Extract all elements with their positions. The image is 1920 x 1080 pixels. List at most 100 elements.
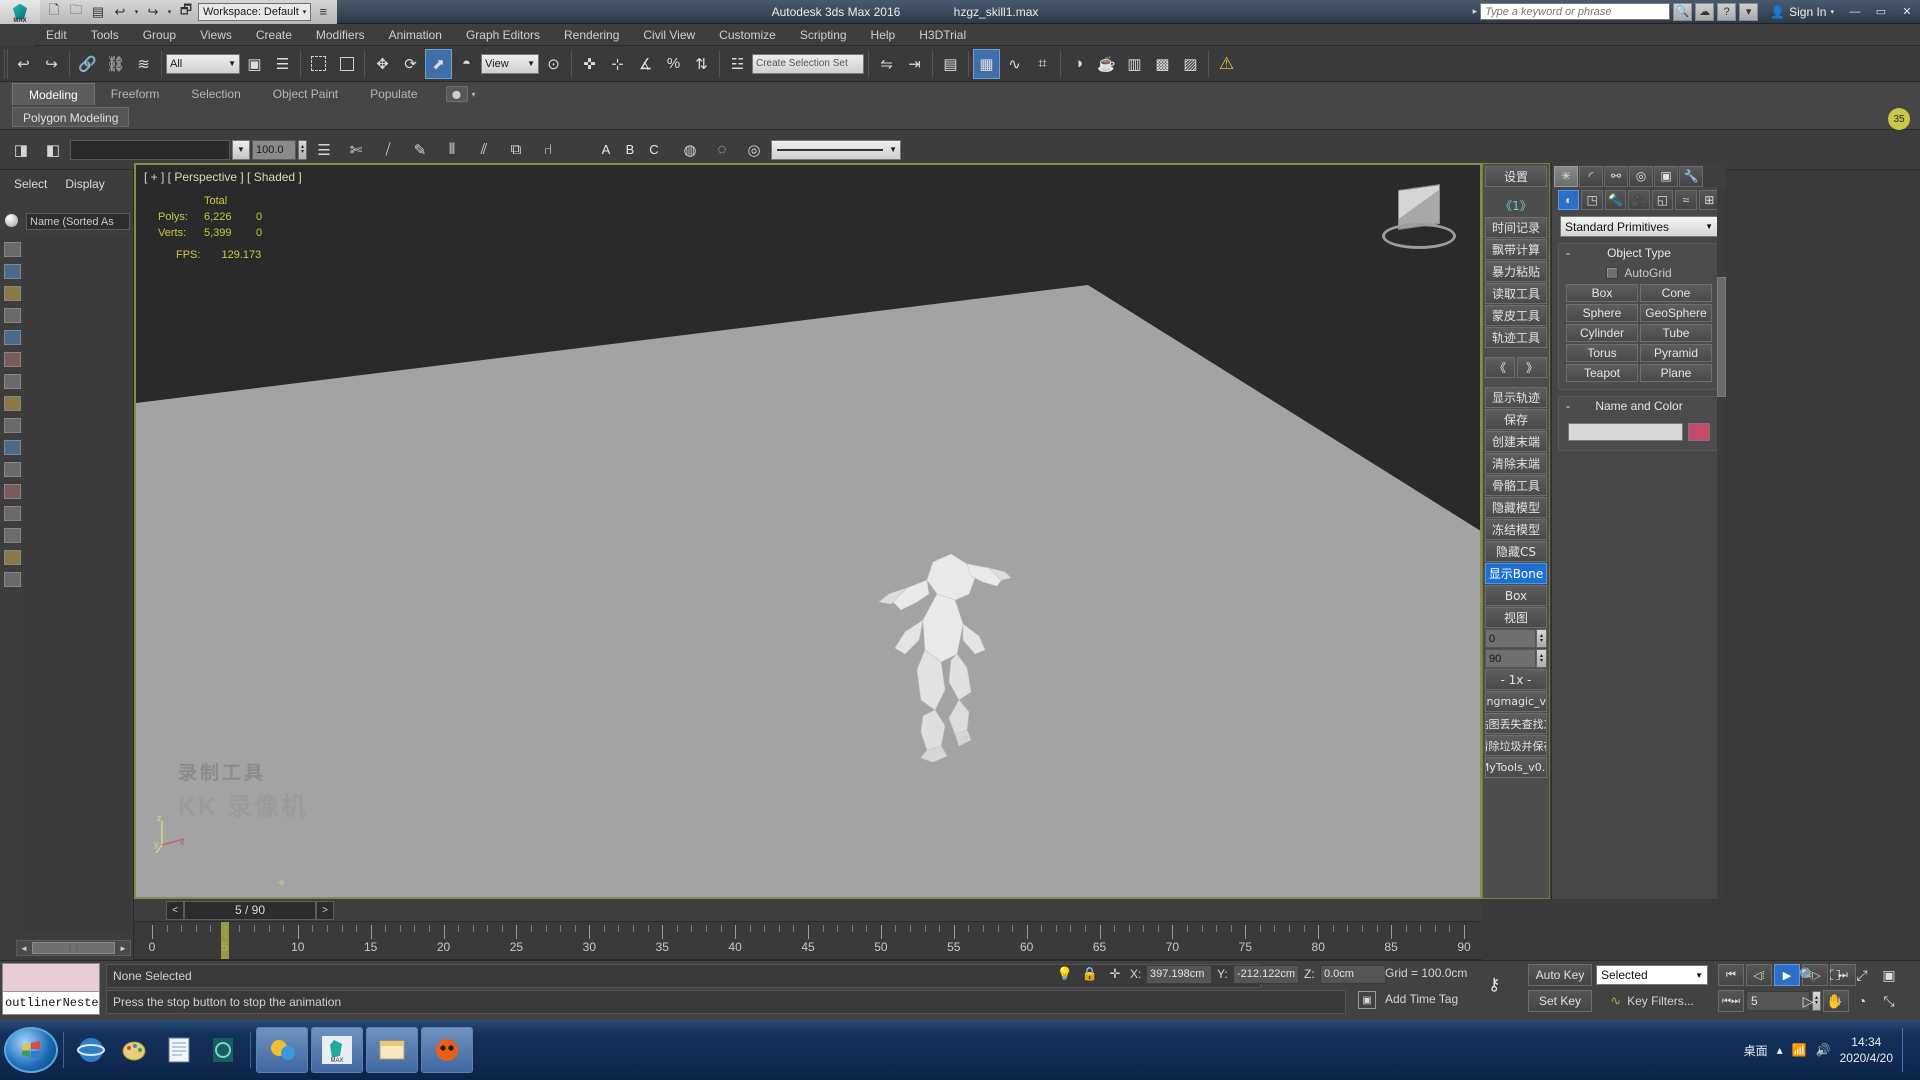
filter-all-icon[interactable] — [3, 242, 21, 257]
create-box-button[interactable]: Box — [1566, 284, 1638, 302]
command-tab-utilities[interactable]: 🔧 — [1679, 165, 1703, 187]
scene-explorer-sort-icon[interactable] — [5, 214, 18, 227]
view-cube-compass-ring[interactable] — [1382, 223, 1456, 249]
script-button-show-track[interactable]: 显示轨迹 — [1485, 387, 1547, 408]
script-button-track-tool[interactable]: 轨迹工具 — [1485, 327, 1547, 348]
taskbar-app-messenger[interactable] — [256, 1027, 308, 1073]
menu-customize[interactable]: Customize — [707, 24, 788, 46]
command-tab-hierarchy[interactable]: ⚯ — [1604, 165, 1628, 187]
toolbar-grip[interactable] — [4, 48, 9, 79]
scrollbar-thumb[interactable]: ⋮⋮ — [32, 942, 115, 954]
undo-icon[interactable]: ↩ — [10, 49, 37, 79]
lights-icon[interactable]: 🔦 — [1604, 190, 1627, 210]
object-name-input[interactable] — [1568, 423, 1683, 441]
command-tab-display[interactable]: ▣ — [1654, 165, 1678, 187]
menu-scripting[interactable]: Scripting — [788, 24, 859, 46]
key-filters-button[interactable]: Key Filters... — [1627, 994, 1694, 1008]
auto-key-button[interactable]: Auto Key — [1528, 964, 1592, 986]
ribbon-subtab-polygon-modeling[interactable]: Polygon Modeling — [12, 107, 130, 127]
set-project-folder-icon[interactable]: 🗗 — [176, 2, 196, 21]
script-button-prev[interactable]: 《 — [1485, 357, 1515, 378]
ribbon-tab-selection[interactable]: Selection — [175, 83, 256, 105]
name-and-color-rollout-header[interactable]: - Name and Color — [1559, 397, 1719, 415]
set-key-button[interactable]: Set Key — [1528, 990, 1592, 1012]
ribbon-tab-object-paint[interactable]: Object Paint — [257, 83, 354, 105]
spinner-snap-icon[interactable]: ⇅ — [688, 49, 715, 79]
quicklaunch-ie-icon[interactable] — [69, 1027, 113, 1073]
rollout-collapse-icon[interactable]: - — [1559, 246, 1577, 260]
filter-helpers-icon[interactable] — [3, 352, 21, 367]
filter-geometry-icon[interactable] — [3, 264, 21, 279]
tray-network-icon[interactable]: 📶 — [1792, 1043, 1807, 1057]
ribbon-tab-modeling[interactable]: Modeling — [12, 83, 95, 105]
edit-named-selection-icon[interactable]: ☳ — [724, 49, 751, 79]
listener-input-text[interactable]: outlinerNested — [3, 992, 99, 1014]
rectangular-selection-region-icon[interactable] — [305, 49, 332, 79]
zoom-region-icon[interactable]: ▣ — [1877, 964, 1901, 986]
helpers-icon[interactable]: ◱ — [1651, 190, 1674, 210]
create-cone-button[interactable]: Cone — [1640, 284, 1712, 302]
help-icon[interactable]: ? — [1717, 2, 1737, 21]
script-button-read-tool[interactable]: 读取工具 — [1485, 283, 1547, 304]
autogrid-row[interactable]: AutoGrid — [1566, 266, 1712, 280]
taskbar-app-explorer[interactable] — [366, 1027, 418, 1073]
infocenter-dropdown-icon[interactable]: ▾ — [1739, 2, 1759, 21]
scroll-right-icon[interactable]: ► — [116, 944, 130, 953]
script-button-ringmagic[interactable]: ringmagic_v1 — [1485, 691, 1547, 712]
material-id-dropdown[interactable]: ▼ — [771, 139, 901, 160]
unlink-selection-icon[interactable]: ⛓ — [102, 49, 129, 79]
window-crossing-icon[interactable] — [333, 49, 360, 79]
max-application-button[interactable]: MAX — [0, 0, 40, 24]
previous-frame-icon[interactable]: ◁⁞ — [1746, 964, 1772, 986]
filter-xrefs-icon[interactable] — [3, 440, 21, 455]
coord-x-value[interactable]: 397.198cm — [1146, 964, 1212, 984]
maximize-viewport-icon[interactable]: ⤡ — [1877, 990, 1901, 1012]
listener-output-area[interactable] — [3, 964, 99, 992]
script-button-create-end[interactable]: 创建末端 — [1485, 431, 1547, 452]
select-and-scale-icon[interactable]: ⬈ — [425, 48, 452, 79]
quicklaunch-notepad-icon[interactable] — [157, 1027, 201, 1073]
warning-icon[interactable]: ⚠ — [1213, 49, 1240, 79]
start-button[interactable] — [4, 1027, 58, 1073]
scroll-left-icon[interactable]: ◄ — [17, 944, 31, 953]
select-and-manipulate-icon[interactable]: ✜ — [576, 49, 603, 79]
minimize-button[interactable]: — — [1842, 0, 1868, 24]
taskbar-app-orange[interactable] — [421, 1027, 473, 1073]
script-spinner-2-value[interactable]: 90 — [1485, 649, 1536, 668]
toggle-ribbon-icon[interactable]: ▦ — [973, 48, 1000, 79]
workspace-selector[interactable]: Workspace: Default ▾ — [198, 2, 312, 21]
script-button-multiplier[interactable]: - 1x - — [1485, 669, 1547, 690]
menu-h3dtrial[interactable]: H3DTrial — [907, 24, 978, 46]
command-tab-modify[interactable]: ◜ — [1579, 165, 1603, 187]
convert-to-poly-icon[interactable]: ◨ — [6, 134, 36, 166]
ribbon-minimize-icon[interactable]: ⬤ — [445, 86, 468, 102]
render-iterative-icon[interactable]: ▨ — [1177, 49, 1204, 79]
pan-view-icon[interactable]: ✋ — [1823, 990, 1847, 1012]
filter-lights-icon[interactable] — [3, 308, 21, 323]
render-production-icon[interactable]: ▩ — [1149, 49, 1176, 79]
select-and-link-icon[interactable]: 🔗 — [74, 49, 101, 79]
previous-frame-arrow[interactable]: < — [166, 900, 184, 920]
autogrid-checkbox[interactable] — [1606, 267, 1619, 279]
taskbar-app-3dsmax[interactable]: MAX — [311, 1027, 363, 1073]
view-cube[interactable] — [1376, 183, 1462, 257]
constraints-icon[interactable]: ⫴ — [437, 134, 467, 166]
modifier-list-field[interactable] — [70, 139, 230, 160]
generate-topology-icon[interactable]: ◧ — [38, 134, 68, 166]
key-mode-dropdown[interactable]: Selected ▼ — [1596, 965, 1708, 985]
search-input[interactable] — [1480, 3, 1671, 20]
chevron-down-icon[interactable]: ▾ — [472, 90, 476, 99]
script-button-settings[interactable]: 设置 — [1485, 166, 1547, 187]
percent-snap-icon[interactable]: % — [660, 49, 687, 79]
qat-overflow-icon[interactable]: ≡ — [313, 2, 333, 21]
command-panel-scrollbar[interactable] — [1717, 187, 1726, 899]
script-button-hide-cs[interactable]: 隐藏CS — [1485, 541, 1547, 562]
redo-icon[interactable]: ↪ — [38, 49, 65, 79]
angle-snap-icon[interactable]: ∡ — [632, 49, 659, 79]
show-desktop-button[interactable] — [1902, 1028, 1910, 1072]
key-icon[interactable]: ⚷ — [1488, 975, 1500, 995]
scene-explorer-object-list[interactable] — [24, 238, 131, 934]
create-pyramid-button[interactable]: Pyramid — [1640, 344, 1712, 362]
sign-in-button[interactable]: 👤 Sign In ▾ — [1762, 5, 1842, 19]
object-category-dropdown[interactable]: Standard Primitives ▼ — [1560, 216, 1718, 237]
